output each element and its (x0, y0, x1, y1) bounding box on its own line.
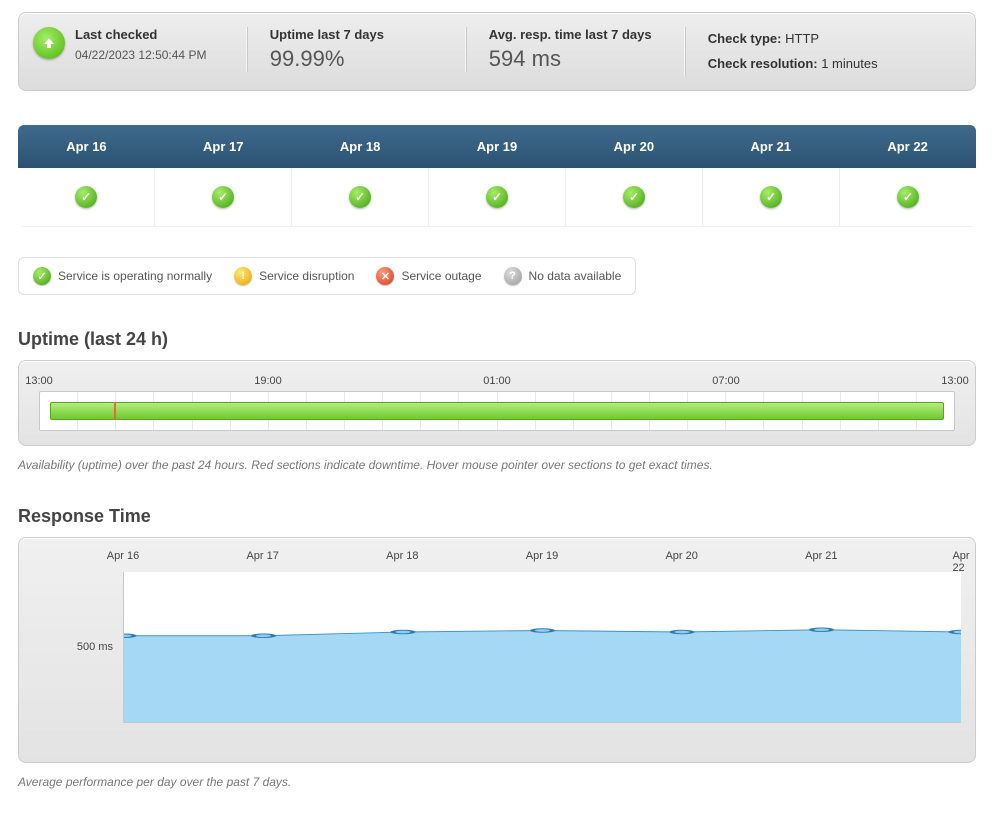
response-time-panel: Apr 16 Apr 17 Apr 18 Apr 19 Apr 20 Apr 21 Apr … (18, 537, 976, 763)
uptime24-title: Uptime (last 24 h) (18, 329, 976, 350)
uptime24-tick-label: 13:00 (25, 375, 53, 387)
rt-xtick-label: Apr 22 (952, 550, 969, 574)
legend-normal: ✓ Service is operating normally (33, 267, 212, 285)
uptime24-tick-label: 01:00 (483, 375, 511, 387)
question-icon: ? (504, 267, 522, 285)
rt-xtick-label: Apr 18 (386, 550, 418, 562)
last-checked-value: 04/22/2023 12:50:44 PM (75, 48, 206, 62)
calendar-body: ✓ ✓ ✓ ✓ ✓ ✓ ✓ (18, 168, 976, 227)
rt-xtick-label: Apr 21 (805, 550, 837, 562)
legend-disruption: ! Service disruption (234, 267, 354, 285)
legend-outage: ✕ Service outage (376, 267, 481, 285)
summary-last-checked: Last checked 04/22/2023 12:50:44 PM (33, 27, 229, 62)
legend-outage-label: Service outage (401, 269, 481, 283)
status-up-icon (33, 27, 65, 59)
calendar-day-cell[interactable]: ✓ (291, 168, 428, 227)
summary-check-info: Check type: HTTP Check resolution: 1 min… (685, 27, 957, 76)
response-time-caption: Average performance per day over the pas… (18, 775, 976, 789)
uptime24-bar-area[interactable] (39, 391, 955, 431)
calendar-day-cell[interactable]: ✓ (702, 168, 839, 227)
response-time-title: Response Time (18, 506, 976, 527)
legend-normal-label: Service is operating normally (58, 269, 212, 283)
uptime24-tick-label: 19:00 (254, 375, 282, 387)
uptime24-tick-label: 07:00 (712, 375, 740, 387)
uptime24-down-segment (114, 402, 116, 420)
calendar-day-header: Apr 21 (702, 125, 839, 168)
calendar-day-cell[interactable]: ✓ (428, 168, 565, 227)
rt-xlabels: Apr 16Apr 17Apr 18Apr 19Apr 20Apr 21Apr … (123, 550, 961, 566)
check-icon: ✓ (75, 186, 97, 208)
legend-disruption-label: Service disruption (259, 269, 354, 283)
uptime24-tick-label: 13:00 (941, 375, 969, 387)
calendar-day-header: Apr 22 (839, 125, 976, 168)
rt-xtick-label: Apr 19 (526, 550, 558, 562)
summary-uptime-7d: Uptime last 7 days 99.99% (247, 27, 448, 72)
error-icon: ✕ (376, 267, 394, 285)
calendar-day-cell[interactable]: ✓ (154, 168, 291, 227)
calendar-day-header: Apr 17 (155, 125, 292, 168)
check-icon: ✓ (623, 186, 645, 208)
check-type-label: Check type: (708, 31, 782, 46)
legend-nodata-label: No data available (529, 269, 622, 283)
calendar-header: Apr 16Apr 17Apr 18Apr 19Apr 20Apr 21Apr … (18, 125, 976, 168)
calendar-day-cell[interactable]: ✓ (565, 168, 702, 227)
rt-xtick-label: Apr 16 (107, 550, 139, 562)
uptime24-up-bar (50, 402, 944, 420)
uptime24-ticks: 13:0019:0001:0007:0013:00 (39, 375, 955, 389)
check-icon: ✓ (212, 186, 234, 208)
check-res-label: Check resolution: (708, 56, 818, 71)
calendar-day-cell[interactable]: ✓ (18, 168, 154, 227)
rt-svg (124, 572, 961, 722)
check-icon: ✓ (349, 186, 371, 208)
calendar-day-header: Apr 19 (429, 125, 566, 168)
status-legend: ✓ Service is operating normally ! Servic… (18, 257, 636, 295)
calendar-day-header: Apr 20 (565, 125, 702, 168)
rt-xtick-label: Apr 20 (665, 550, 697, 562)
summary-panel: Last checked 04/22/2023 12:50:44 PM Upti… (18, 12, 976, 91)
response-time-chart[interactable]: Apr 16Apr 17Apr 18Apr 19Apr 20Apr 21Apr … (33, 550, 961, 740)
avg-resp-value: 594 ms (489, 46, 667, 72)
legend-nodata: ? No data available (504, 267, 622, 285)
calendar-day-header: Apr 18 (292, 125, 429, 168)
check-res-value: 1 minutes (821, 56, 877, 71)
uptime7-value: 99.99% (270, 46, 448, 72)
rt-xtick-label: Apr 17 (246, 550, 278, 562)
check-icon: ✓ (486, 186, 508, 208)
rt-ylabel: 500 ms (33, 641, 113, 653)
last-checked-label: Last checked (75, 27, 206, 42)
check-type-value: HTTP (785, 31, 819, 46)
rt-plot (123, 572, 961, 723)
uptime24-panel: 13:00 19:00 01:00 07:00 13:00 (18, 360, 976, 446)
check-icon: ✓ (33, 267, 51, 285)
calendar-strip: Apr 16Apr 17Apr 18Apr 19Apr 20Apr 21Apr … (18, 125, 976, 227)
warning-icon: ! (234, 267, 252, 285)
check-icon: ✓ (897, 186, 919, 208)
avg-resp-label: Avg. resp. time last 7 days (489, 27, 667, 42)
uptime24-caption: Availability (uptime) over the past 24 h… (18, 458, 976, 472)
calendar-day-header: Apr 16 (18, 125, 155, 168)
check-icon: ✓ (760, 186, 782, 208)
page-root: Last checked 04/22/2023 12:50:44 PM Upti… (0, 0, 994, 819)
calendar-day-cell[interactable]: ✓ (839, 168, 976, 227)
uptime7-label: Uptime last 7 days (270, 27, 448, 42)
summary-avg-resp: Avg. resp. time last 7 days 594 ms (466, 27, 667, 72)
